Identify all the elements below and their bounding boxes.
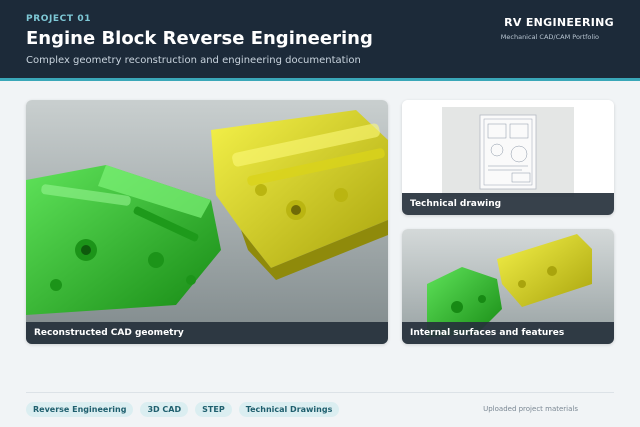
project-label: PROJECT 01 [26,14,92,24]
gallery-card-drawing[interactable]: Technical drawing [402,100,614,215]
tag-step[interactable]: STEP [195,402,232,417]
gallery-card-main[interactable]: Reconstructed CAD geometry [26,100,388,344]
gallery-card-internal[interactable]: Internal surfaces and features [402,229,614,344]
page-subtitle: Complex geometry reconstruction and engi… [26,55,361,66]
tag-3d-cad[interactable]: 3D CAD [140,402,189,417]
footer-note: Uploaded project materials [483,405,578,413]
tag-reverse-engineering[interactable]: Reverse Engineering [26,402,134,417]
caption-main: Reconstructed CAD geometry [26,322,388,344]
caption-drawing: Technical drawing [402,193,614,215]
caption-internal: Internal surfaces and features [402,322,614,344]
page-title: Engine Block Reverse Engineering [26,28,373,49]
tag-technical-drawings[interactable]: Technical Drawings [238,402,340,417]
cad-render-image [26,100,388,344]
brand-tagline: Mechanical CAD/CAM Portfolio [500,33,599,41]
page-header: PROJECT 01 Engine Block Reverse Engineer… [0,0,640,78]
footer-divider [26,392,614,393]
tag-list: Reverse Engineering 3D CAD STEP Technica… [26,402,340,417]
brand-name: RV ENGINEERING [504,16,614,29]
header-accent-bar [0,78,640,81]
